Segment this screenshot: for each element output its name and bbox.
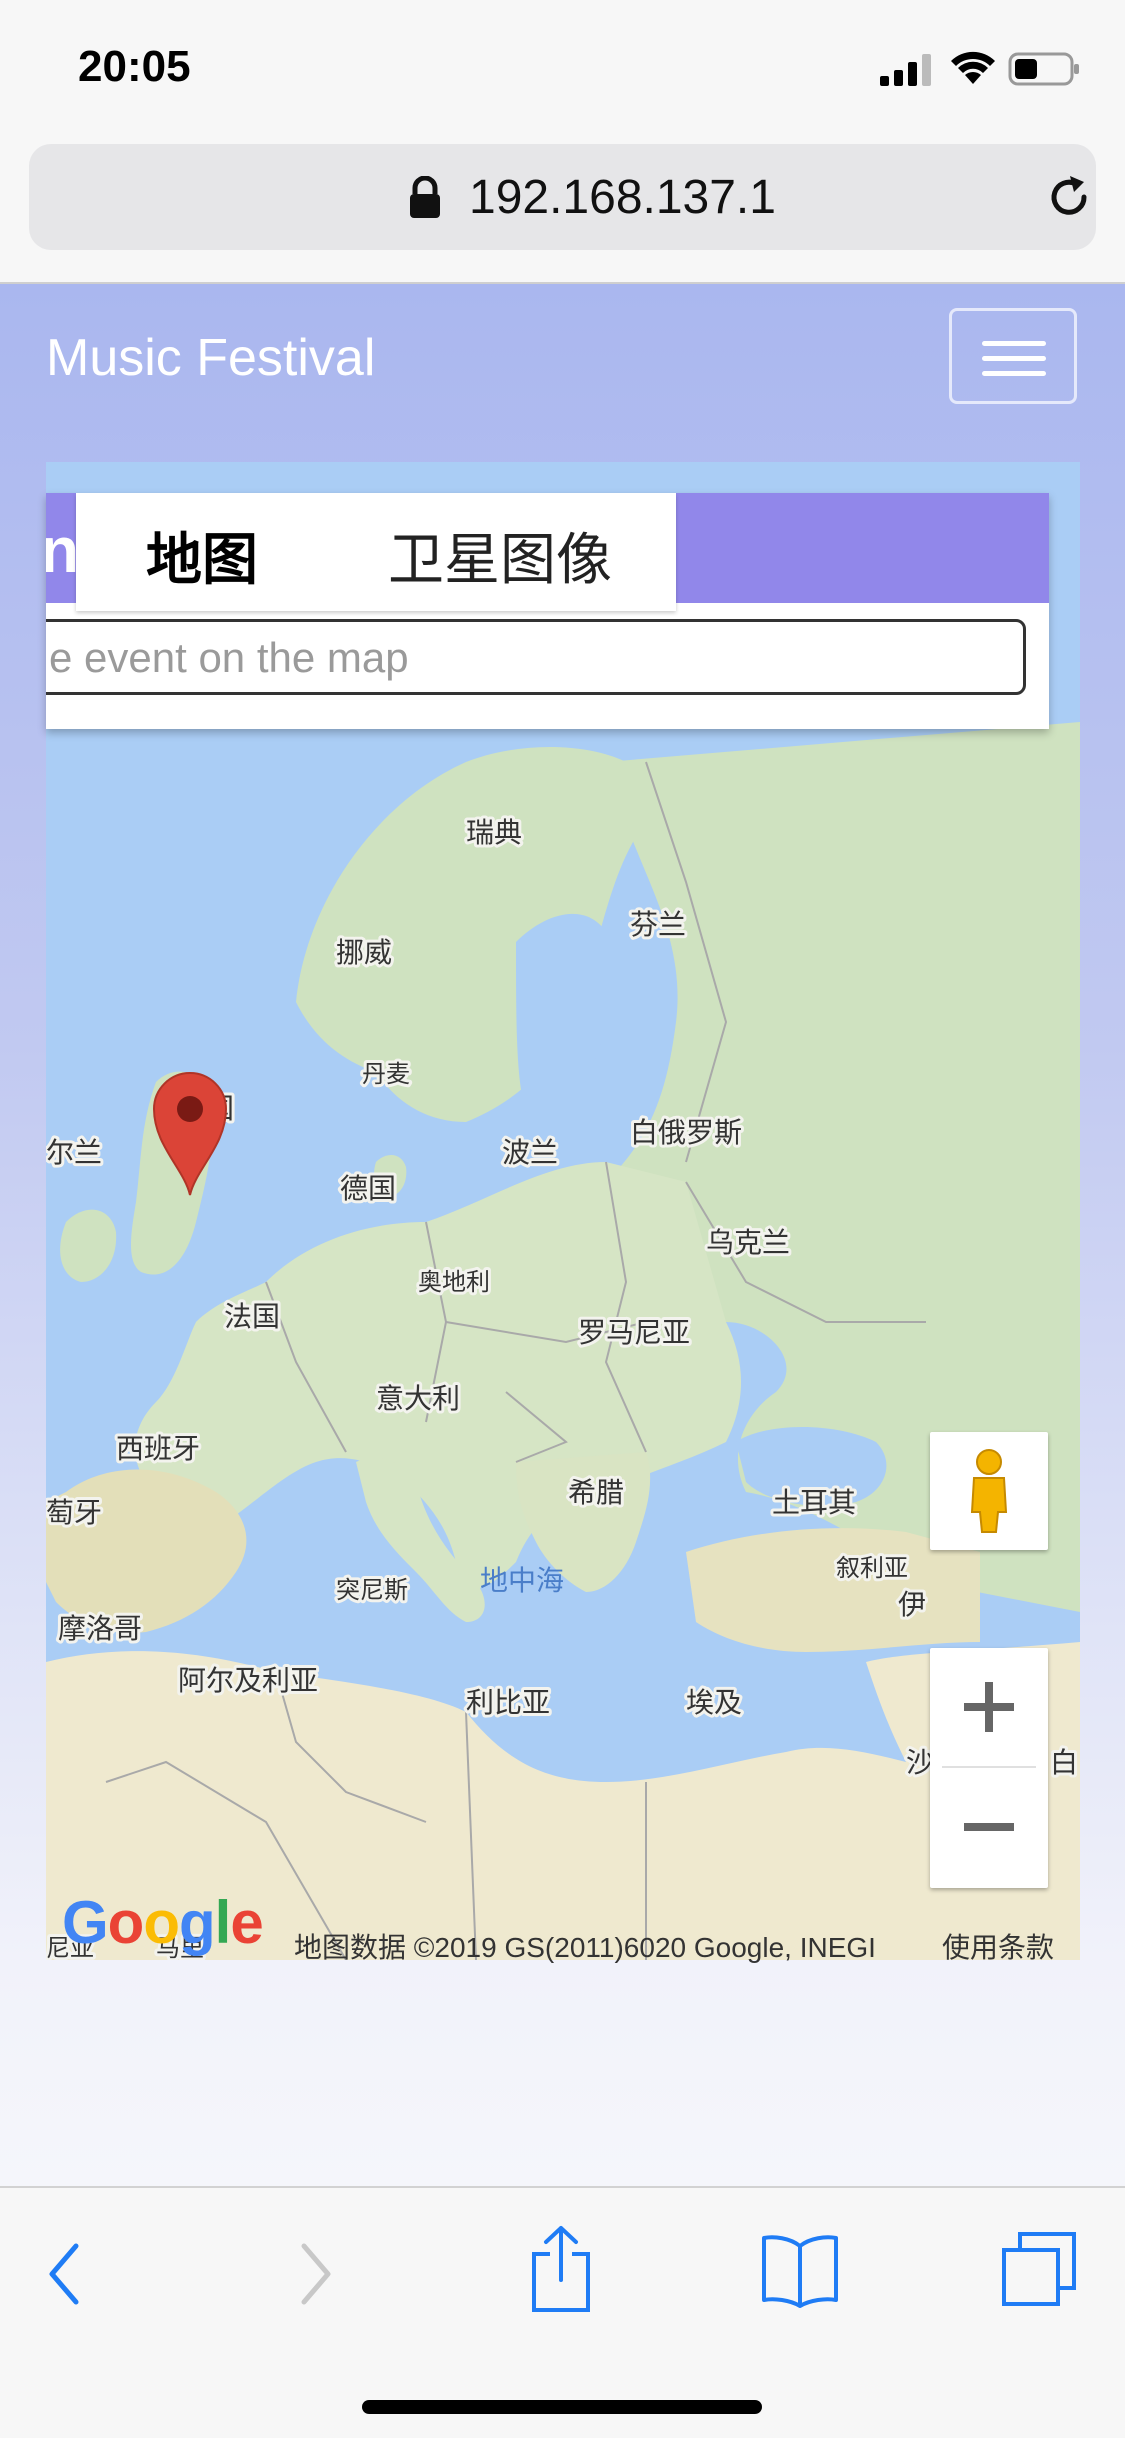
status-time: 20:05 <box>78 42 191 91</box>
zoom-in-icon[interactable] <box>930 1648 1048 1766</box>
map-label-mediterranean: 地中海 <box>480 1564 564 1597</box>
map-label-libya: 利比亚 <box>466 1686 550 1719</box>
map-label-austria: 奥地利 <box>418 1268 490 1296</box>
map-label-portugal: 萄牙 <box>46 1496 102 1529</box>
panel-heading-partial: n <box>46 514 80 586</box>
back-chevron-icon[interactable] <box>44 2238 84 2310</box>
cellular-signal-icon <box>880 54 931 86</box>
terms-link[interactable]: 使用条款 <box>942 1926 1054 1966</box>
battery-icon <box>1008 52 1079 86</box>
map-type-tabs: 地图 卫星图像 <box>76 493 676 611</box>
tab-satellite[interactable]: 卫星图像 <box>388 515 612 596</box>
map-label-saudi-partial-2: 白 <box>1050 1746 1078 1779</box>
map-label-norway: 挪威 <box>336 936 392 969</box>
map-label-spain: 西班牙 <box>116 1432 200 1465</box>
map-label-morocco: 摩洛哥 <box>58 1612 142 1645</box>
wifi-icon <box>951 51 995 84</box>
map-label-turkey: 土耳其 <box>772 1486 856 1519</box>
tabs-icon[interactable] <box>1000 2230 1080 2310</box>
map-label-egypt: 埃及 <box>686 1686 742 1719</box>
lock-icon <box>410 176 440 218</box>
map-label-algeria: 阿尔及利亚 <box>178 1664 318 1697</box>
map-label-sweden: 瑞典 <box>466 816 522 849</box>
url-text: 192.168.137.1 <box>469 171 776 224</box>
address-bar[interactable]: 192.168.137.1 <box>29 144 1096 250</box>
map-attribution: 地图数据 ©2019 GS(2011)6020 Google, INEGI <box>294 1932 876 1963</box>
forward-chevron-icon[interactable] <box>296 2238 336 2310</box>
reload-icon[interactable] <box>1044 172 1094 222</box>
zoom-control <box>930 1648 1048 1888</box>
street-view-button[interactable] <box>930 1432 1048 1550</box>
hamburger-icon <box>982 341 1046 346</box>
menu-toggle-button[interactable] <box>949 308 1077 404</box>
map-search-field[interactable] <box>46 619 1026 695</box>
tab-map[interactable]: 地图 <box>146 515 258 596</box>
status-bar: 20:05 <box>0 0 1125 135</box>
map-search-input[interactable] <box>46 622 991 694</box>
pegman-icon <box>970 1449 1008 1533</box>
map-label-finland: 芬兰 <box>630 908 686 941</box>
map-label-france: 法国 <box>224 1300 280 1333</box>
map-label-italy: 意大利 <box>376 1382 460 1415</box>
bookmarks-icon[interactable] <box>760 2232 840 2308</box>
map-label-iran-partial: 伊 <box>898 1588 926 1621</box>
hamburger-line <box>982 356 1046 361</box>
map-label-syria: 叙利亚 <box>836 1554 908 1582</box>
map-label-denmark: 丹麦 <box>362 1060 410 1088</box>
zoom-out-icon[interactable] <box>930 1768 1048 1886</box>
map-label-poland: 波兰 <box>502 1136 558 1169</box>
map-label-greece: 希腊 <box>568 1476 624 1509</box>
home-indicator <box>362 2400 762 2414</box>
google-logo: Google <box>62 1889 264 1956</box>
map-label-ukraine: 乌克兰 <box>706 1226 790 1259</box>
hamburger-line <box>982 371 1046 376</box>
map-search-panel: n 地图 卫星图像 <box>46 493 1049 729</box>
map-pin-icon[interactable] <box>150 1069 230 1197</box>
site-brand[interactable]: Music Festival <box>46 328 375 388</box>
share-icon[interactable] <box>528 2224 594 2314</box>
map-label-ireland: 尔兰 <box>46 1136 102 1169</box>
map-label-romania: 罗马尼亚 <box>578 1316 690 1349</box>
map-label-belarus: 白俄罗斯 <box>630 1116 742 1149</box>
map-label-tunisia: 突尼斯 <box>336 1576 408 1604</box>
map-label-germany: 德国 <box>340 1172 396 1205</box>
